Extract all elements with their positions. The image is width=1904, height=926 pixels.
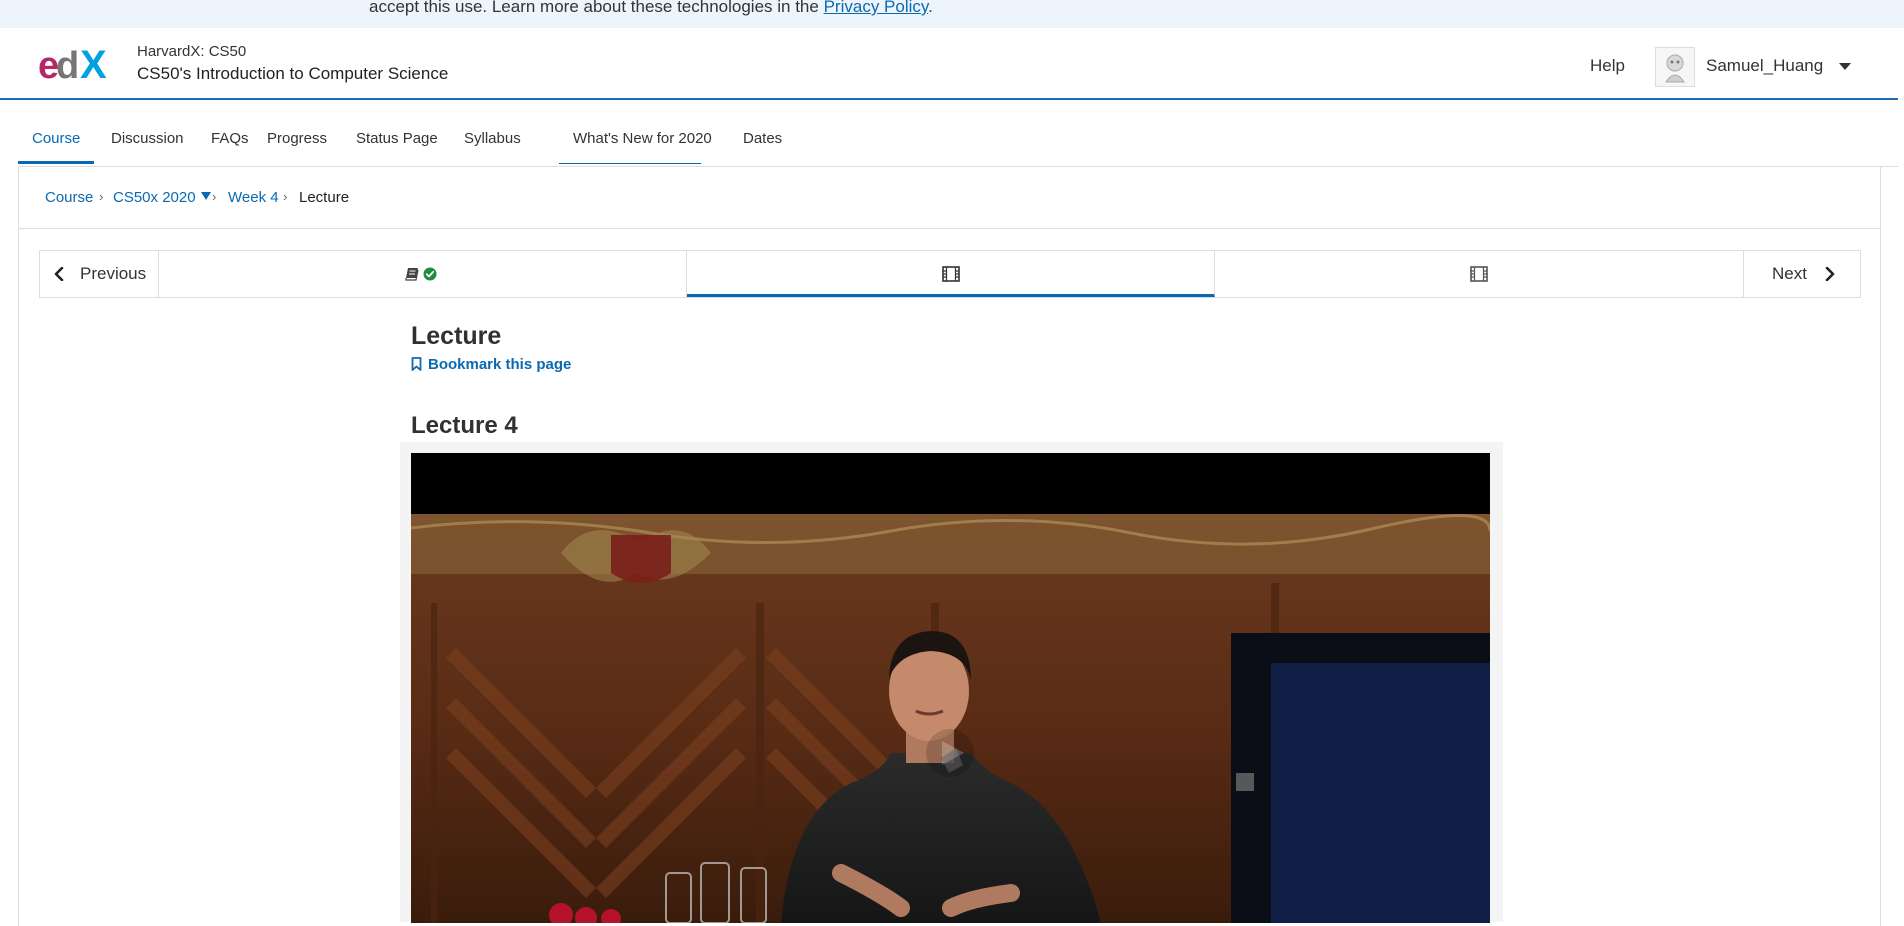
tab-syllabus[interactable]: Syllabus (450, 98, 535, 164)
check-circle-icon (423, 267, 437, 281)
svg-text:d: d (56, 45, 77, 85)
sequence-nav: Previous Next (39, 250, 1861, 298)
book-icon (405, 268, 419, 281)
course-org: HarvardX: CS50 (137, 43, 247, 60)
privacy-policy-link[interactable]: Privacy Policy (824, 0, 929, 16)
breadcrumb-chevron-icon: › (99, 189, 104, 204)
next-button[interactable]: Next (1743, 251, 1860, 297)
cookie-banner: accept this use. Learn more about these … (0, 0, 1904, 28)
sequence-item-1[interactable] (159, 251, 687, 297)
svg-text:e: e (38, 45, 58, 85)
tab-discussion[interactable]: Discussion (97, 98, 198, 164)
chevron-right-icon (1825, 267, 1835, 281)
user-avatar-icon (1665, 54, 1685, 83)
svg-text:X: X (80, 45, 107, 85)
video-player[interactable] (411, 453, 1490, 923)
sequence-item-2[interactable] (687, 251, 1215, 297)
breadcrumb-course[interactable]: Course (45, 189, 93, 206)
username-menu[interactable]: Samuel_Huang (1706, 56, 1823, 76)
tab-status-page[interactable]: Status Page (342, 98, 452, 164)
course-tabs: Course Discussion FAQs Progress Status P… (18, 98, 1898, 167)
play-icon (926, 729, 974, 777)
chevron-down-icon[interactable] (1839, 63, 1851, 70)
bookmark-label: Bookmark this page (428, 356, 572, 373)
video-container (400, 442, 1503, 923)
bookmark-button[interactable]: Bookmark this page (411, 356, 571, 373)
bookmark-icon (411, 357, 422, 371)
cookie-banner-text: accept this use. Learn more about these … (369, 0, 933, 17)
help-link[interactable]: Help (1590, 56, 1625, 76)
tab-course[interactable]: Course (18, 98, 95, 164)
unit-title: Lecture (411, 322, 502, 350)
chevron-left-icon (54, 267, 64, 281)
tab-progress[interactable]: Progress (253, 98, 341, 164)
breadcrumb-chevron-icon: › (212, 189, 217, 204)
tab-whats-new[interactable]: What's New for 2020 (559, 98, 712, 164)
video-frame (411, 453, 1490, 923)
site-header: e d X HarvardX: CS50 CS50's Introduction… (0, 28, 1898, 100)
video-heading: Lecture 4 (411, 412, 518, 439)
caret-down-icon (200, 192, 211, 200)
breadcrumb: Course › CS50x 2020 › Week 4 › Lecture (19, 166, 1880, 229)
breadcrumb-section-dropdown[interactable]: CS50x 2020 (113, 189, 211, 206)
cookie-banner-message: accept this use. Learn more about these … (369, 0, 819, 16)
breadcrumb-week[interactable]: Week 4 (228, 189, 279, 206)
avatar[interactable] (1655, 47, 1695, 87)
edx-logo[interactable]: e d X (38, 45, 118, 85)
sequence-item-3[interactable] (1215, 251, 1743, 297)
course-title: CS50's Introduction to Computer Science (137, 64, 449, 83)
breadcrumb-section-label: CS50x 2020 (113, 189, 196, 206)
video-icon (942, 266, 960, 282)
cookie-banner-period: . (928, 0, 933, 16)
video-icon (1470, 266, 1488, 282)
breadcrumb-chevron-icon: › (283, 189, 288, 204)
breadcrumb-current: Lecture (299, 189, 350, 206)
previous-button[interactable]: Previous (40, 251, 159, 297)
next-label: Next (1772, 264, 1807, 283)
previous-label: Previous (80, 264, 147, 283)
tab-dates[interactable]: Dates (729, 98, 796, 164)
